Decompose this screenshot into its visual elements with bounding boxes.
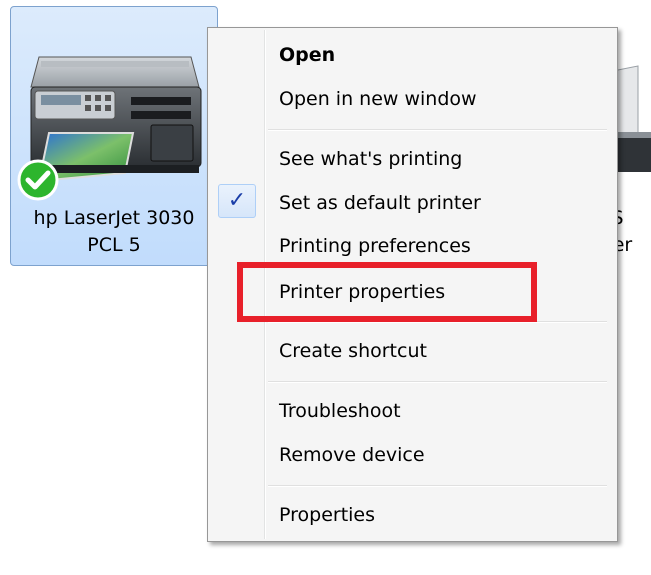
menu-separator xyxy=(268,129,607,131)
menu-separator xyxy=(268,381,607,383)
menu-item-remove-device[interactable]: Remove device xyxy=(279,442,425,468)
printer-tile-hp-laserjet[interactable]: hp LaserJet 3030 PCL 5 xyxy=(10,6,218,266)
menu-item-open[interactable]: Open xyxy=(279,42,335,68)
menu-item-properties[interactable]: Properties xyxy=(279,502,375,528)
menu-item-create-shortcut[interactable]: Create shortcut xyxy=(279,338,427,364)
menu-item-printing-preferences[interactable]: Printing preferences xyxy=(279,233,471,259)
highlight-annotation-box xyxy=(237,262,537,322)
printer-name-line2: PCL 5 xyxy=(87,234,141,256)
menu-item-see-whats-printing[interactable]: See what's printing xyxy=(279,146,462,172)
menu-item-open-new-window[interactable]: Open in new window xyxy=(279,86,477,112)
printer-name-line1: hp LaserJet 3030 xyxy=(33,207,195,229)
checkmark-icon: ✓ xyxy=(218,184,256,218)
check-circle-icon xyxy=(17,159,59,201)
menu-separator xyxy=(268,485,607,487)
menu-item-troubleshoot[interactable]: Troubleshoot xyxy=(279,398,401,424)
menu-item-set-default-printer[interactable]: Set as default printer xyxy=(279,190,481,216)
